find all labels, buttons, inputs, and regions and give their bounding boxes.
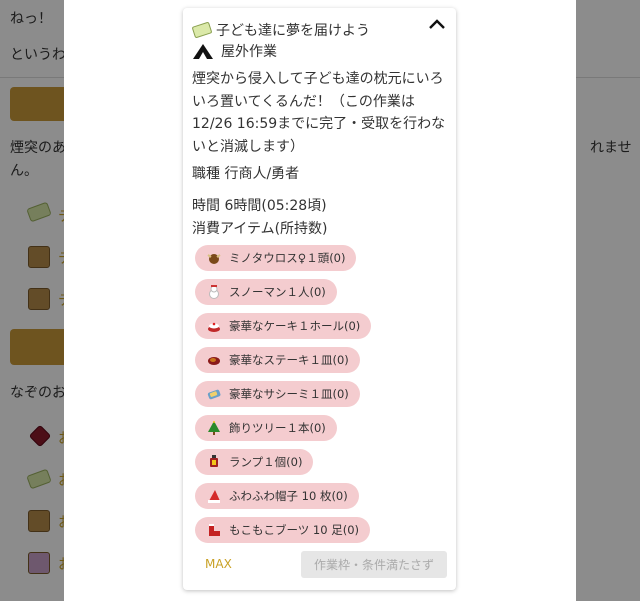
- item-chip[interactable]: ミノタウロス♀１頭(0): [195, 245, 357, 271]
- steak-icon: [208, 357, 220, 365]
- item-chip[interactable]: スノーマン１人(0): [195, 279, 337, 305]
- mountain-icon: [193, 44, 213, 59]
- quest-time: 時間 6時間(05:28頃): [192, 198, 327, 214]
- cake-icon: [208, 322, 220, 332]
- max-button[interactable]: MAX: [205, 557, 232, 571]
- hat-icon: [208, 490, 220, 503]
- ticket-icon: [191, 21, 213, 39]
- start-work-button[interactable]: 作業枠・条件満たさず: [301, 551, 447, 578]
- item-label: スノーマン１人(0): [229, 285, 326, 299]
- item-label: 豪華なステーキ１皿(0): [229, 353, 349, 367]
- consumables-label: 消費アイテム(所持数): [192, 221, 328, 237]
- item-chip[interactable]: 豪華なサシーミ１皿(0): [195, 381, 360, 407]
- item-label: ミノタウロス♀１頭(0): [229, 251, 346, 265]
- quest-title: 子ども達に夢を届けよう: [216, 23, 370, 39]
- quest-title-row: 子ども達に夢を届けよう: [191, 20, 370, 40]
- item-chip[interactable]: ふわふわ帽子 10 枚(0): [195, 483, 359, 509]
- item-chip[interactable]: 飾りツリー１本(0): [195, 415, 337, 441]
- minotaur-icon: [207, 254, 221, 264]
- snowman-icon: [209, 285, 219, 299]
- item-chip[interactable]: もこもこブーツ 10 足(0): [195, 517, 371, 543]
- item-label: もこもこブーツ 10 足(0): [229, 523, 360, 537]
- item-label: 飾りツリー１本(0): [229, 421, 326, 435]
- item-label: 豪華なケーキ１ホール(0): [229, 319, 361, 333]
- item-label: ランプ１個(0): [229, 455, 303, 469]
- item-label: ふわふわ帽子 10 枚(0): [229, 489, 348, 503]
- item-chip[interactable]: 豪華なステーキ１皿(0): [195, 347, 360, 373]
- quest-category: 屋外作業: [221, 44, 277, 60]
- lamp-icon: [210, 455, 218, 467]
- quest-description: 煙突から侵入して子ども達の枕元にいろいろ置いてくるんだ！（この作業は12/26 …: [192, 71, 446, 155]
- quest-category-row: 屋外作業: [193, 41, 277, 61]
- quest-card: 子ども達に夢を届けよう 屋外作業 煙突から侵入して子ども達の枕元にいろいろ置いて…: [183, 8, 456, 590]
- quest-job: 職種 行商人/勇者: [192, 166, 300, 182]
- boots-icon: [209, 524, 220, 536]
- chevron-up-icon[interactable]: [428, 17, 446, 31]
- item-label: 豪華なサシーミ１皿(0): [229, 387, 349, 401]
- item-chip[interactable]: ランプ１個(0): [195, 449, 314, 475]
- item-chip[interactable]: 豪華なケーキ１ホール(0): [195, 313, 372, 339]
- tree-icon: [208, 421, 220, 435]
- sashimi-icon: [207, 389, 221, 400]
